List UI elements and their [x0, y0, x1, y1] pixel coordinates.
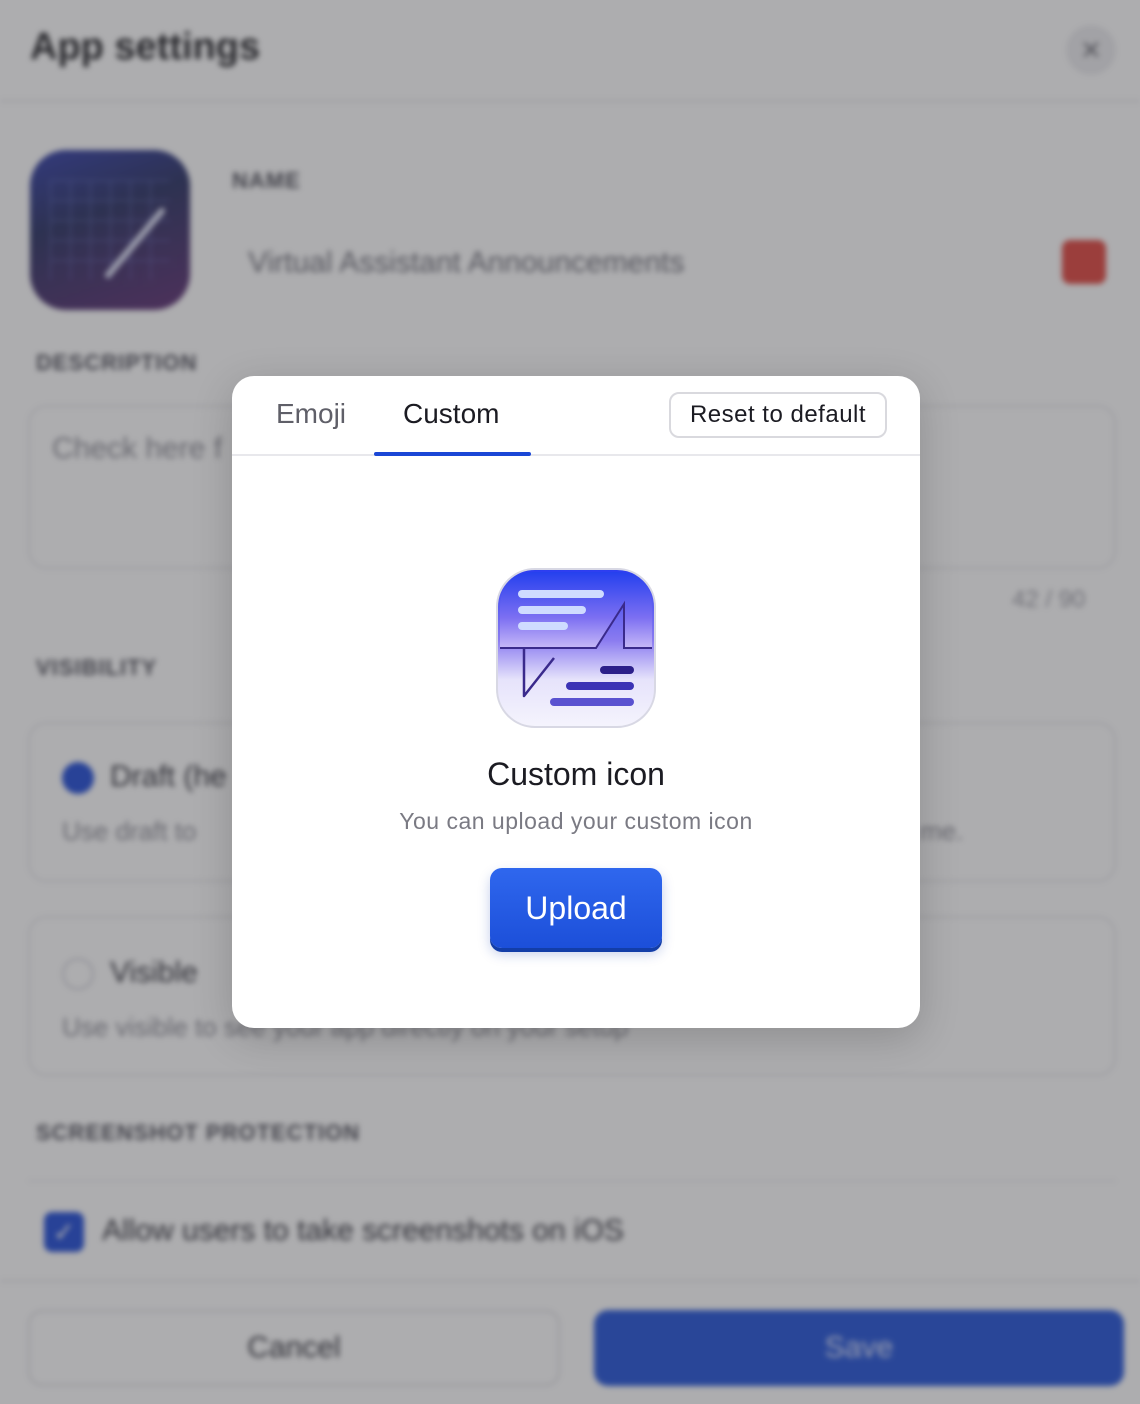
custom-icon-graphic — [496, 568, 656, 728]
tab-emoji[interactable]: Emoji — [276, 398, 346, 430]
custom-app-icon — [496, 568, 656, 728]
icon-picker-modal: Emoji Custom Reset to default Custom ico… — [232, 376, 920, 1028]
reset-to-default-button[interactable]: Reset to default — [669, 392, 887, 438]
custom-icon-heading: Custom icon — [487, 756, 665, 792]
tab-custom[interactable]: Custom — [403, 398, 499, 430]
custom-icon-subtext: You can upload your custom icon — [399, 808, 753, 834]
upload-button[interactable]: Upload — [490, 868, 662, 948]
icon-picker-tabs: Emoji Custom Reset to default — [232, 376, 920, 456]
active-tab-indicator — [374, 452, 531, 456]
